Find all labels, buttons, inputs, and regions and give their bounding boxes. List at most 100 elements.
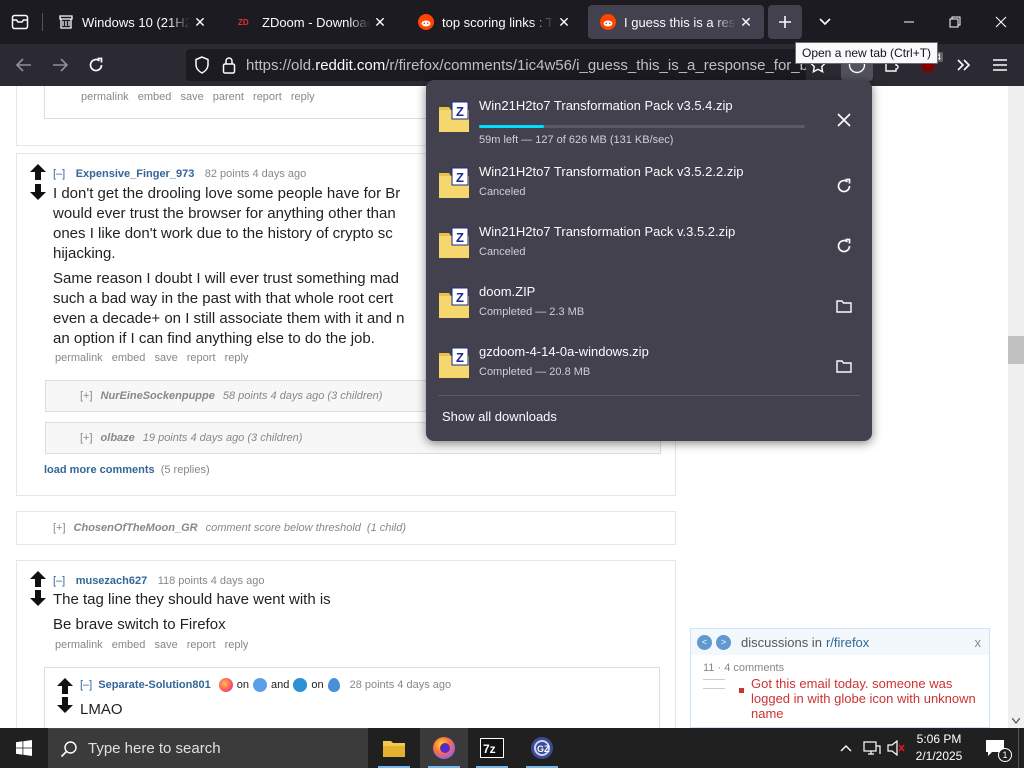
save-link[interactable]: save <box>154 352 177 364</box>
minimize-button[interactable] <box>886 0 932 44</box>
reply-link[interactable]: reply <box>225 639 249 651</box>
next-arrow-icon[interactable]: > <box>716 634 731 650</box>
permalink-link[interactable]: permalink <box>55 352 103 364</box>
gzdoom-icon: GZ <box>531 737 553 759</box>
close-window-button[interactable] <box>978 0 1024 44</box>
expand-toggle[interactable]: [+] <box>80 390 93 402</box>
network-tray-button[interactable] <box>860 728 884 768</box>
tab-current-reddit[interactable]: I guess this is a respons ✕ <box>588 5 764 39</box>
download-item[interactable]: Z Win21H2to7 Transformation Pack v3.5.4.… <box>426 88 872 148</box>
more-tools-button[interactable] <box>949 50 979 80</box>
comment-author[interactable]: Expensive_Finger_973 <box>76 168 195 180</box>
action-center-button[interactable]: 1 <box>978 728 1012 768</box>
back-button[interactable] <box>9 50 39 80</box>
download-item[interactable]: Z doom.ZIP Completed — 2.3 MB <box>426 274 872 334</box>
7zip-taskbar-button[interactable]: 7z <box>468 728 516 768</box>
comment-action-links: permalink embed save report reply <box>55 352 254 364</box>
comment-author[interactable]: olbaze <box>101 432 135 444</box>
embed-link[interactable]: embed <box>112 352 146 364</box>
permalink-link[interactable]: permalink <box>55 639 103 651</box>
prev-arrow-icon[interactable]: < <box>697 634 712 650</box>
downvote-arrow-icon[interactable] <box>30 590 46 606</box>
retry-download-button[interactable] <box>830 232 858 260</box>
expand-toggle[interactable]: [+] <box>53 522 66 534</box>
report-link[interactable]: report <box>187 352 216 364</box>
file-explorer-taskbar-button[interactable] <box>370 728 418 768</box>
volume-tray-button[interactable] <box>884 728 908 768</box>
download-filename: Win21H2to7 Transformation Pack v3.5.4.zi… <box>479 98 733 113</box>
downvote-arrow-icon[interactable] <box>57 697 73 713</box>
shield-icon[interactable] <box>194 56 210 78</box>
lock-icon[interactable] <box>222 56 236 78</box>
show-all-downloads-button[interactable]: Show all downloads <box>442 409 557 424</box>
page-scrollbar[interactable] <box>1008 86 1024 728</box>
comment-line: LMAO <box>80 701 123 718</box>
comment-author[interactable]: NurEineSockenpuppe <box>101 390 215 402</box>
upvote-arrow-icon[interactable] <box>30 571 46 587</box>
tray-clock[interactable]: 5:06 PM 2/1/2025 <box>908 728 970 768</box>
collapse-toggle[interactable]: [–] <box>53 575 65 587</box>
save-link[interactable]: save <box>180 91 203 103</box>
new-tab-button[interactable] <box>768 5 802 39</box>
reload-button[interactable] <box>81 50 111 80</box>
collapse-toggle[interactable]: [–] <box>53 168 65 180</box>
close-tab-icon[interactable]: ✕ <box>554 12 574 32</box>
save-link[interactable]: save <box>154 639 177 651</box>
parent-link[interactable]: parent <box>213 91 244 103</box>
comment-author[interactable]: Separate-Solution801 <box>98 679 210 691</box>
discussion-title[interactable]: Got this email today. someone was logged… <box>751 676 981 721</box>
comment-count[interactable]: · 4 comments <box>717 662 784 674</box>
expand-toggle[interactable]: [+] <box>80 432 93 444</box>
upvote-arrow-icon[interactable] <box>57 678 73 694</box>
tab-overview-button[interactable] <box>0 0 40 44</box>
show-desktop-button[interactable] <box>1018 728 1024 768</box>
discussions-close-button[interactable]: x <box>975 635 982 650</box>
close-icon <box>837 113 851 127</box>
address-bar[interactable]: https://old.reddit.com/r/firefox/comment… <box>186 49 806 81</box>
show-in-folder-button[interactable] <box>830 292 858 320</box>
upvote-arrow-icon[interactable] <box>30 164 46 180</box>
show-in-folder-button[interactable] <box>830 352 858 380</box>
reply-link[interactable]: reply <box>225 352 249 364</box>
7zip-icon: 7z <box>480 738 504 758</box>
taskbar-search-box[interactable]: Type here to search <box>48 728 368 768</box>
droplet-flair-icon <box>327 678 340 692</box>
permalink-link[interactable]: permalink <box>81 91 129 103</box>
scroll-down-arrow-icon[interactable] <box>1012 718 1020 724</box>
new-tab-tooltip: Open a new tab (Ctrl+T) <box>795 42 939 64</box>
download-item[interactable]: Z Win21H2to7 Transformation Pack v3.5.2.… <box>426 154 872 214</box>
show-hidden-icons-button[interactable] <box>834 728 858 768</box>
comment-author[interactable]: ChosenOfTheMoon_GR <box>74 522 198 534</box>
report-link[interactable]: report <box>253 91 282 103</box>
hidden-comment[interactable]: [+] ChosenOfTheMoon_GR comment score bel… <box>16 511 676 545</box>
downvote-arrow-icon[interactable] <box>30 184 46 200</box>
discussions-subreddit[interactable]: r/firefox <box>826 635 869 650</box>
embed-link[interactable]: embed <box>112 639 146 651</box>
embed-link[interactable]: embed <box>138 91 172 103</box>
cancel-download-button[interactable] <box>830 106 858 134</box>
forward-button[interactable] <box>45 50 75 80</box>
close-tab-icon[interactable]: ✕ <box>370 12 390 32</box>
firefox-taskbar-button[interactable] <box>420 728 468 768</box>
download-item[interactable]: Z Win21H2to7 Transformation Pack v.3.5.2… <box>426 214 872 274</box>
close-tab-icon[interactable]: ✕ <box>190 12 210 32</box>
app-menu-button[interactable] <box>985 50 1015 80</box>
reply-link[interactable]: reply <box>291 91 315 103</box>
list-all-tabs-button[interactable] <box>810 0 840 44</box>
tab-zdoom-downloads[interactable]: ZD ZDoom - Downloads ✕ <box>226 5 398 39</box>
close-tab-icon[interactable]: ✕ <box>736 12 756 32</box>
tab-windows10[interactable]: Windows 10 (21H2-22H ✕ <box>46 5 218 39</box>
hamburger-menu-icon <box>993 59 1007 71</box>
tab-top-scoring-links[interactable]: top scoring links : Turk ✕ <box>406 5 582 39</box>
load-more-link[interactable]: load more comments <box>44 464 155 476</box>
discussion-score: 11 · 4 comments <box>703 662 784 674</box>
retry-download-button[interactable] <box>830 172 858 200</box>
comment-author[interactable]: musezach627 <box>76 575 148 587</box>
report-link[interactable]: report <box>187 639 216 651</box>
gzdoom-taskbar-button[interactable]: GZ <box>518 728 566 768</box>
restore-button[interactable] <box>932 0 978 44</box>
collapse-toggle[interactable]: [–] <box>80 679 92 691</box>
start-button[interactable] <box>0 728 48 768</box>
scrollbar-thumb[interactable] <box>1008 336 1024 364</box>
download-item[interactable]: Z gzdoom-4-14-0a-windows.zip Completed —… <box>426 334 872 394</box>
